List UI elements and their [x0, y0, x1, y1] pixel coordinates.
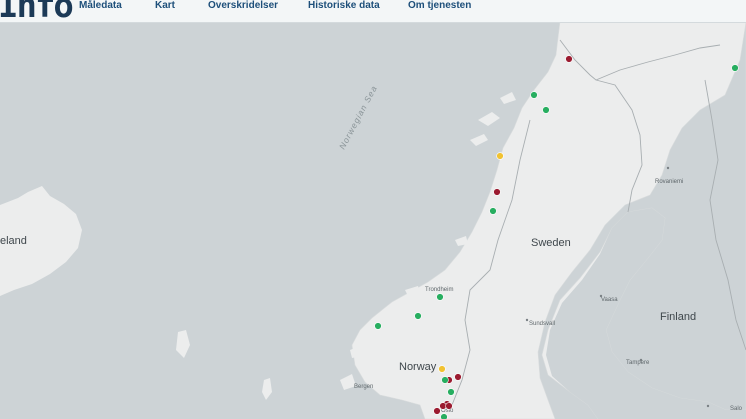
map-canvas[interactable]: Norwegian Sea eland Norway Sweden Finlan…	[0, 0, 746, 419]
station-marker-good[interactable]	[436, 293, 444, 301]
nav-om-tjenesten[interactable]: Om tjenesten	[408, 0, 471, 11]
nav-maledata[interactable]: Måledata	[79, 0, 122, 11]
sweden-label: Sweden	[531, 237, 571, 249]
top-header: Info Måledata Kart Overskridelser Histor…	[0, 0, 746, 26]
station-marker-good[interactable]	[440, 413, 448, 419]
station-marker-good[interactable]	[542, 106, 550, 114]
finland-label: Finland	[660, 311, 696, 323]
tampere-label: Tampere	[626, 360, 650, 366]
station-marker-bad[interactable]	[493, 188, 501, 196]
station-marker-bad[interactable]	[433, 407, 441, 415]
nav-kart[interactable]: Kart	[155, 0, 175, 11]
iceland-label: eland	[0, 235, 27, 247]
station-marker-good[interactable]	[374, 322, 382, 330]
station-marker-bad[interactable]	[454, 373, 462, 381]
sundsvall-label: Sundsvall	[529, 321, 555, 327]
vaasa-label: Vaasa	[601, 297, 618, 303]
bergen-label: Bergen	[354, 384, 373, 390]
main-nav: Måledata Kart Overskridelser Historiske …	[0, 0, 746, 22]
nav-historiske-data[interactable]: Historiske data	[308, 0, 380, 11]
station-marker-good[interactable]	[530, 91, 538, 99]
station-marker-good[interactable]	[441, 376, 449, 384]
station-marker-bad[interactable]	[565, 55, 573, 63]
station-marker-moderate[interactable]	[438, 365, 446, 373]
station-marker-bad[interactable]	[445, 402, 453, 410]
station-marker-good[interactable]	[414, 312, 422, 320]
trondheim-label: Trondheim	[425, 287, 453, 293]
salo-label: Salo	[730, 406, 743, 412]
station-marker-moderate[interactable]	[496, 152, 504, 160]
station-marker-good[interactable]	[731, 64, 739, 72]
station-marker-good[interactable]	[447, 388, 455, 396]
station-marker-good[interactable]	[489, 207, 497, 215]
nav-overskridelser[interactable]: Overskridelser	[208, 0, 278, 11]
rovaniemi-label: Rovaniemi	[655, 179, 683, 185]
norway-label: Norway	[399, 361, 437, 373]
